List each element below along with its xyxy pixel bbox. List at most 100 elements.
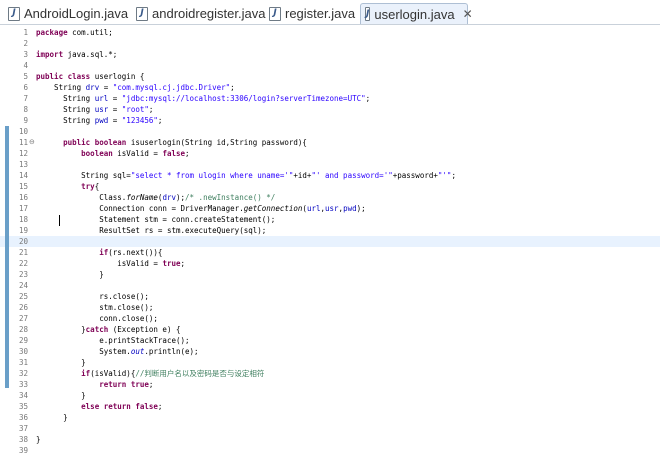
code-text: String usr = "root"; — [36, 105, 154, 114]
line-number: 4 — [23, 61, 28, 70]
code-text: boolean isValid = false; — [81, 149, 190, 158]
code-line[interactable]: 25 rs.close(); — [0, 291, 660, 302]
code-editor[interactable]: 1 package com.util; 2 3 import java.sql.*; 4 5… — [0, 24, 660, 455]
code-line[interactable]: 12 boolean isValid = false; — [0, 148, 660, 159]
code-text: Statement stm = conn.createStatement(); — [36, 215, 276, 224]
code-text: e.printStackTrace(); — [36, 336, 190, 345]
code-text: package com.util; — [36, 28, 113, 37]
code-line[interactable]: 30 System.out.println(e); — [0, 346, 660, 357]
code-text: conn.close(); — [36, 314, 158, 323]
line-number: 8 — [23, 105, 28, 114]
code-text: }catch (Exception e) { — [36, 325, 181, 334]
close-tab-icon[interactable]: ✕ — [463, 7, 473, 21]
code-line[interactable]: 14 String sql="select * from ulogin wher… — [0, 170, 660, 181]
code-line[interactable]: 22 isValid = true; — [0, 258, 660, 269]
tab-userlogin[interactable]: J userlogin.java ✕ — [360, 3, 473, 24]
code-line[interactable]: 11 ⊖ public boolean isuserlogin(String id… — [0, 137, 660, 148]
code-text: return true; — [99, 380, 154, 389]
code-line[interactable]: 3 import java.sql.*; — [0, 49, 660, 60]
code-text: try{ — [81, 182, 100, 191]
code-line[interactable]: 6 String drv = "com.mysql.cj.jdbc.Driver… — [0, 82, 660, 93]
code-text: System.out.println(e); — [36, 347, 199, 356]
text-cursor — [59, 215, 60, 226]
code-text: public boolean isuserlogin(String id,Str… — [63, 138, 307, 147]
tab-label: register.java — [285, 6, 356, 21]
code-line[interactable]: 19 ResultSet rs = stm.executeQuery(sql); — [0, 225, 660, 236]
code-text: if(rs.next()){ — [99, 248, 163, 257]
code-line[interactable]: 32 if(isValid){//判断用户名以及密码是否与设定相符 — [0, 368, 660, 379]
code-text: } — [36, 391, 86, 400]
code-line[interactable]: 15 try{ — [0, 181, 660, 192]
line-number: 5 — [23, 72, 28, 81]
code-text: import java.sql.*; — [36, 50, 118, 59]
code-line[interactable]: 1 package com.util; — [0, 27, 660, 38]
line-number: 35 — [18, 402, 28, 411]
code-text: String pwd = "123456"; — [36, 116, 163, 125]
code-text: } — [36, 435, 41, 444]
code-text: } — [36, 270, 104, 279]
code-text: String drv = "com.mysql.cj.jdbc.Driver"; — [36, 83, 235, 92]
code-text: Class.forName(drv);/* .newInstance() */ — [36, 193, 276, 202]
code-line[interactable]: 37 — [0, 423, 660, 434]
code-line[interactable]: 31 } — [0, 357, 660, 368]
code-line[interactable]: 2 — [0, 38, 660, 49]
line-number: 36 — [18, 413, 28, 422]
code-line[interactable]: 13 — [0, 159, 660, 170]
code-line[interactable]: 34 } — [0, 390, 660, 401]
code-text: ResultSet rs = stm.executeQuery(sql); — [36, 226, 267, 235]
code-line[interactable]: 33 return true; — [0, 379, 660, 390]
code-line[interactable]: 26 stm.close(); — [0, 302, 660, 313]
code-text: isValid = true; — [36, 259, 186, 268]
java-file-icon: J — [8, 6, 20, 21]
code-line[interactable]: 9 String pwd = "123456"; — [0, 115, 660, 126]
code-line[interactable]: 10 — [0, 126, 660, 137]
code-line[interactable]: 28 }catch (Exception e) { — [0, 324, 660, 335]
code-line[interactable]: 16 Class.forName(drv);/* .newInstance() … — [0, 192, 660, 203]
editor-tab-bar: J AndroidLogin.java J androidregister.ja… — [0, 0, 660, 25]
code-text: rs.close(); — [36, 292, 149, 301]
code-line[interactable]: 27 conn.close(); — [0, 313, 660, 324]
tab-label: AndroidLogin.java — [24, 6, 129, 21]
change-ruler-marker — [5, 126, 9, 388]
tab-label: userlogin.java — [374, 6, 455, 22]
line-number: 2 — [23, 39, 28, 48]
line-number: 39 — [18, 446, 28, 455]
code-line[interactable]: 36 } — [0, 412, 660, 423]
code-text: } — [36, 413, 68, 422]
line-number: 6 — [23, 83, 28, 92]
tab-label: androidregister.java — [152, 6, 266, 21]
code-line[interactable]: 7 String url = "jdbc:mysql://localhost:3… — [0, 93, 660, 104]
java-file-icon: J — [136, 6, 148, 21]
code-line[interactable]: 18 Statement stm = conn.createStatement(… — [0, 214, 660, 225]
fold-toggle-icon[interactable]: ⊖ — [29, 138, 35, 147]
code-text: } — [36, 358, 86, 367]
code-line[interactable]: 38} — [0, 434, 660, 445]
tab-androidlogin[interactable]: J AndroidLogin.java — [8, 3, 128, 24]
code-line[interactable]: 4 — [0, 60, 660, 71]
code-line[interactable]: 35 else return false; — [0, 401, 660, 412]
line-number: 34 — [18, 391, 28, 400]
code-line[interactable]: 21 if(rs.next()){ — [0, 247, 660, 258]
code-line[interactable]: 39 — [0, 445, 660, 456]
line-number: 1 — [23, 28, 28, 37]
java-file-icon: J — [365, 7, 371, 21]
code-line[interactable]: 29 e.printStackTrace(); — [0, 335, 660, 346]
tab-androidregister[interactable]: J androidregister.java — [136, 3, 265, 24]
code-line[interactable]: 5 public class userlogin { — [0, 71, 660, 82]
code-line[interactable]: 17 Connection conn = DriverManager.getCo… — [0, 203, 660, 214]
code-line[interactable]: 8 String usr = "root"; — [0, 104, 660, 115]
code-text: String sql="select * from ulogin where u… — [36, 171, 456, 180]
code-text: stm.close(); — [36, 303, 154, 312]
code-text: Connection conn = DriverManager.getConne… — [36, 204, 366, 213]
code-text: if(isValid){//判断用户名以及密码是否与设定相符 — [81, 369, 265, 378]
line-number: 3 — [23, 50, 28, 59]
code-line[interactable]: 24 — [0, 280, 660, 291]
tab-register[interactable]: J register.java — [269, 3, 355, 24]
java-file-icon: J — [269, 6, 281, 21]
code-line[interactable]: 20 — [0, 236, 660, 247]
line-number: 38 — [18, 435, 28, 444]
code-text: public class userlogin { — [36, 72, 145, 81]
code-line[interactable]: 23 } — [0, 269, 660, 280]
line-number: 37 — [18, 424, 28, 433]
line-number: 7 — [23, 94, 28, 103]
